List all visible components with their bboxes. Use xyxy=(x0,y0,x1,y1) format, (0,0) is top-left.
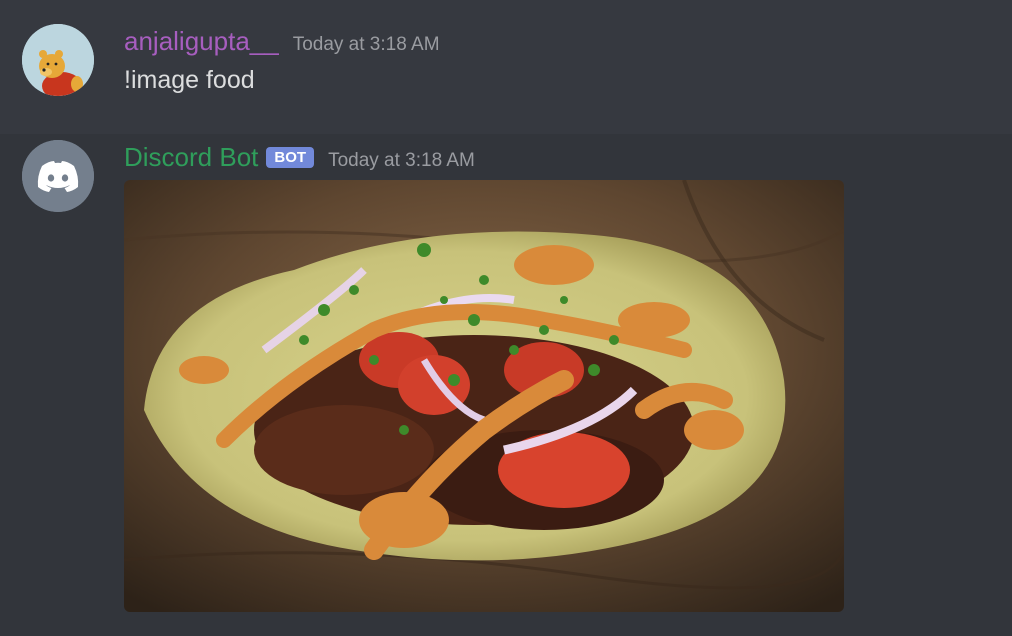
username[interactable]: anjaligupta__ xyxy=(124,26,279,57)
taco-image xyxy=(124,180,844,612)
bot-avatar[interactable] xyxy=(22,140,94,212)
bot-badge: BOT xyxy=(266,147,315,168)
message-user: anjaligupta__ Today at 3:18 AM !image fo… xyxy=(0,0,1012,134)
username[interactable]: Discord Bot xyxy=(124,142,258,173)
discord-logo-icon xyxy=(22,140,94,212)
message-header: Discord Bot BOT Today at 3:18 AM xyxy=(124,142,475,173)
message-header: anjaligupta__ Today at 3:18 AM xyxy=(124,26,440,57)
user-avatar[interactable] xyxy=(22,24,94,96)
message-bot: Discord Bot BOT Today at 3:18 AM xyxy=(0,134,1012,636)
timestamp[interactable]: Today at 3:18 AM xyxy=(328,150,475,172)
timestamp[interactable]: Today at 3:18 AM xyxy=(293,34,440,56)
image-attachment[interactable] xyxy=(124,180,844,612)
message-content: !image food xyxy=(124,66,255,94)
winnie-the-pooh-icon xyxy=(22,24,94,96)
